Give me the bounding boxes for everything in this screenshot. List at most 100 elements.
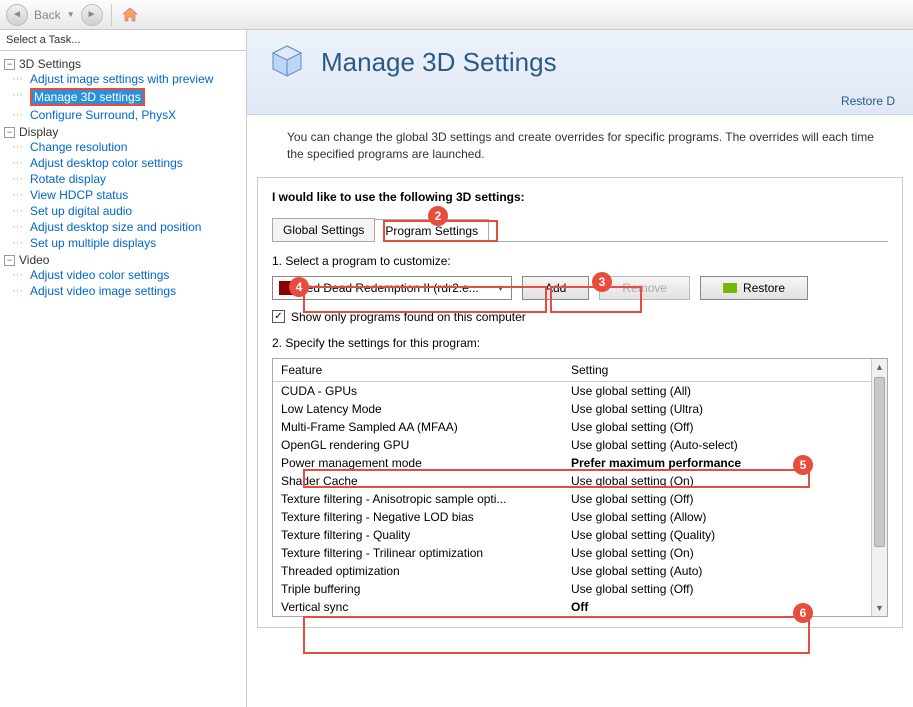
table-row[interactable]: Multi-Frame Sampled AA (MFAA)Use global … xyxy=(273,418,887,436)
tree-item[interactable]: ⋯Change resolution xyxy=(12,139,242,155)
sidebar: Select a Task... −3D Settings⋯Adjust ima… xyxy=(0,30,247,707)
forward-button[interactable]: ► xyxy=(81,4,103,26)
scroll-up-icon[interactable]: ▲ xyxy=(872,359,887,375)
column-feature[interactable]: Feature xyxy=(273,359,563,381)
tree-group-display[interactable]: −Display xyxy=(4,125,242,139)
content-header: Manage 3D Settings Restore D xyxy=(247,30,913,115)
feature-cell: Shader Cache xyxy=(273,472,563,490)
back-label: Back xyxy=(34,8,61,22)
tree-connector: ⋯ xyxy=(12,268,30,281)
feature-cell: Multi-Frame Sampled AA (MFAA) xyxy=(273,418,563,436)
tab-global-settings[interactable]: Global Settings xyxy=(272,218,375,241)
tree-connector: ⋯ xyxy=(12,72,30,85)
tree-link[interactable]: Manage 3D settings xyxy=(32,90,143,104)
scroll-down-icon[interactable]: ▼ xyxy=(872,600,887,616)
feature-cell: CUDA - GPUs xyxy=(273,382,563,400)
table-row[interactable]: Power management modePrefer maximum perf… xyxy=(273,454,887,472)
tree-link[interactable]: Adjust desktop color settings xyxy=(30,156,183,170)
tab-program-settings[interactable]: Program Settings xyxy=(374,219,489,242)
tree-link[interactable]: Set up multiple displays xyxy=(30,236,156,250)
tree-item[interactable]: ⋯Adjust image settings with preview xyxy=(12,71,242,87)
tree-link[interactable]: Adjust image settings with preview xyxy=(30,72,213,86)
setting-cell[interactable]: Use global setting (Allow) xyxy=(563,508,887,526)
show-only-installed-checkbox[interactable]: ✓ xyxy=(272,310,285,323)
setting-cell[interactable]: Use global setting (Off) xyxy=(563,490,887,508)
table-row[interactable]: Threaded optimizationUse global setting … xyxy=(273,562,887,580)
tree-link[interactable]: View HDCP status xyxy=(30,188,128,202)
setting-cell[interactable]: Use global setting (On) xyxy=(563,544,887,562)
step2-label: 2. Specify the settings for this program… xyxy=(272,336,888,350)
tree-group-video[interactable]: −Video xyxy=(4,253,242,267)
page-description: You can change the global 3D settings an… xyxy=(247,115,913,177)
table-row[interactable]: Texture filtering - Negative LOD biasUse… xyxy=(273,508,887,526)
remove-button: Remove xyxy=(599,276,690,300)
tree-item[interactable]: ⋯Adjust video image settings xyxy=(12,283,242,299)
setting-cell[interactable]: Use global setting (On) xyxy=(563,472,887,490)
table-row[interactable]: Texture filtering - Trilinear optimizati… xyxy=(273,544,887,562)
table-row[interactable]: Vertical syncOff xyxy=(273,598,887,616)
program-select-value: Red Dead Redemption II (rdr2.e... xyxy=(298,281,479,295)
table-row[interactable]: OpenGL rendering GPUUse global setting (… xyxy=(273,436,887,454)
tree-item[interactable]: ⋯Rotate display xyxy=(12,171,242,187)
setting-cell[interactable]: Prefer maximum performance xyxy=(563,454,887,472)
back-button[interactable]: ◄ xyxy=(6,4,28,26)
feature-cell: Low Latency Mode xyxy=(273,400,563,418)
setting-cell[interactable]: Off xyxy=(563,598,887,616)
tree-item[interactable]: ⋯View HDCP status xyxy=(12,187,242,203)
table-row[interactable]: Texture filtering - Anisotropic sample o… xyxy=(273,490,887,508)
tree-link[interactable]: Adjust video image settings xyxy=(30,284,176,298)
tree-link[interactable]: Rotate display xyxy=(30,172,106,186)
table-scrollbar[interactable]: ▲ ▼ xyxy=(871,359,887,616)
panel-title: I would like to use the following 3D set… xyxy=(272,190,888,204)
tree-link[interactable]: Configure Surround, PhysX xyxy=(30,108,176,122)
table-row[interactable]: Low Latency ModeUse global setting (Ultr… xyxy=(273,400,887,418)
scroll-thumb[interactable] xyxy=(874,377,885,547)
setting-cell[interactable]: Use global setting (Off) xyxy=(563,580,887,598)
program-select[interactable]: Red Dead Redemption II (rdr2.e... ▼ xyxy=(272,276,512,300)
add-button[interactable]: Add xyxy=(522,276,589,300)
tree-connector: ⋯ xyxy=(12,88,30,101)
setting-cell[interactable]: Use global setting (Auto) xyxy=(563,562,887,580)
tree-item[interactable]: ⋯Set up digital audio xyxy=(12,203,242,219)
tree-group-3d-settings[interactable]: −3D Settings xyxy=(4,57,242,71)
cube-icon xyxy=(265,40,309,84)
setting-cell[interactable]: Use global setting (Ultra) xyxy=(563,400,887,418)
setting-cell[interactable]: Use global setting (Quality) xyxy=(563,526,887,544)
setting-cell[interactable]: Use global setting (All) xyxy=(563,382,887,400)
table-row[interactable]: CUDA - GPUsUse global setting (All) xyxy=(273,382,887,400)
expander-icon[interactable]: − xyxy=(4,59,15,70)
back-history-dropdown[interactable]: ▼ xyxy=(67,10,75,19)
tree-link[interactable]: Adjust desktop size and position xyxy=(30,220,201,234)
tree-item[interactable]: ⋯Configure Surround, PhysX xyxy=(12,107,242,123)
tabs: Global Settings Program Settings xyxy=(272,218,888,242)
expander-icon[interactable]: − xyxy=(4,127,15,138)
setting-cell[interactable]: Use global setting (Auto-select) xyxy=(563,436,887,454)
program-icon xyxy=(279,281,293,295)
restore-button[interactable]: Restore xyxy=(700,276,808,300)
feature-cell: Power management mode xyxy=(273,454,563,472)
expander-icon[interactable]: − xyxy=(4,255,15,266)
page-title: Manage 3D Settings xyxy=(321,47,557,78)
feature-cell: Vertical sync xyxy=(273,598,563,616)
tree-link[interactable]: Adjust video color settings xyxy=(30,268,169,282)
home-icon[interactable] xyxy=(120,5,140,25)
tree-item[interactable]: ⋯Set up multiple displays xyxy=(12,235,242,251)
tree-item[interactable]: ⋯Adjust desktop size and position xyxy=(12,219,242,235)
tree-link[interactable]: Set up digital audio xyxy=(30,204,132,218)
table-row[interactable]: Shader CacheUse global setting (On) xyxy=(273,472,887,490)
tree-item[interactable]: ⋯Adjust video color settings xyxy=(12,267,242,283)
tree-item[interactable]: ⋯Adjust desktop color settings xyxy=(12,155,242,171)
table-row[interactable]: Triple bufferingUse global setting (Off) xyxy=(273,580,887,598)
setting-cell[interactable]: Use global setting (Off) xyxy=(563,418,887,436)
tree-connector: ⋯ xyxy=(12,284,30,297)
feature-cell: OpenGL rendering GPU xyxy=(273,436,563,454)
tree-connector: ⋯ xyxy=(12,140,30,153)
tree-connector: ⋯ xyxy=(12,236,30,249)
tree-link[interactable]: Change resolution xyxy=(30,140,127,154)
restore-defaults-link[interactable]: Restore D xyxy=(265,84,895,108)
toolbar-separator xyxy=(111,4,112,26)
table-row[interactable]: Texture filtering - QualityUse global se… xyxy=(273,526,887,544)
tree-item[interactable]: ⋯Manage 3D settings xyxy=(12,87,242,107)
chevron-down-icon: ▼ xyxy=(496,283,505,293)
column-setting[interactable]: Setting xyxy=(563,359,887,381)
